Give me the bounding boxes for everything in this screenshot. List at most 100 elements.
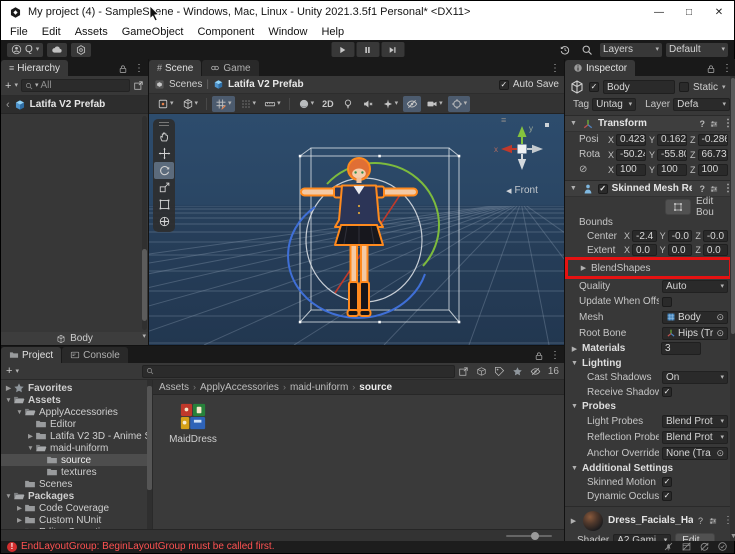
extent-z-field[interactable]: 0.0 bbox=[702, 244, 729, 256]
transform-header[interactable]: ▼ Transform ? ⋮ bbox=[565, 115, 735, 132]
create-asset-button[interactable]: + bbox=[6, 365, 12, 377]
position-z-field[interactable]: -0.286 bbox=[697, 133, 728, 146]
menu-help[interactable]: Help bbox=[314, 26, 351, 38]
fold-arrow-icon[interactable]: ▶ bbox=[15, 528, 24, 529]
extent-x-field[interactable]: 0.0 bbox=[632, 244, 657, 256]
tree-item-custom-nunit[interactable]: ▶ Custom NUnit bbox=[1, 514, 152, 526]
scene-effects-button[interactable]: ▾ bbox=[379, 96, 402, 112]
package-filter-icon[interactable] bbox=[476, 366, 487, 377]
search-button[interactable] bbox=[578, 42, 596, 57]
center-z-field[interactable]: -0.0 bbox=[702, 230, 729, 242]
project-search-input[interactable] bbox=[155, 365, 451, 377]
dynamic-occlusion-checkbox[interactable]: ✓ bbox=[662, 491, 672, 501]
panel-menu-icon[interactable]: ⋮ bbox=[722, 63, 732, 74]
prefab-header[interactable]: ‹ Latifa V2 Prefab bbox=[1, 96, 148, 114]
object-picker-icon[interactable]: ⊙ bbox=[716, 448, 724, 459]
menu-window[interactable]: Window bbox=[261, 26, 314, 38]
component-enabled-checkbox[interactable]: ✓ bbox=[597, 183, 608, 194]
constrain-proportions-icon[interactable]: ⊘ bbox=[579, 164, 605, 175]
help-icon[interactable]: ? bbox=[700, 119, 706, 129]
reflection-probes-dropdown[interactable]: Blend Prot ▾ bbox=[662, 430, 728, 444]
error-icon[interactable]: ! bbox=[7, 541, 17, 552]
axis-y-cone[interactable] bbox=[517, 126, 527, 137]
rotation-y-field[interactable]: -55.80 bbox=[657, 148, 687, 161]
breadcrumb-maid-uniform[interactable]: maid-uniform bbox=[290, 382, 348, 393]
fold-arrow-icon[interactable]: ▼ bbox=[4, 493, 13, 500]
asset-grid[interactable]: MaidDress bbox=[153, 395, 564, 529]
tree-item-source[interactable]: source bbox=[1, 454, 152, 466]
rotate-tool[interactable] bbox=[154, 162, 174, 179]
menu-gameobject[interactable]: GameObject bbox=[115, 26, 191, 38]
scale-x-field[interactable]: 100 bbox=[616, 163, 646, 176]
step-button[interactable] bbox=[381, 42, 404, 57]
update-when-offscreen-checkbox[interactable]: ✓ bbox=[662, 296, 672, 307]
breadcrumb-prefab[interactable]: Latifa V2 Prefab bbox=[228, 79, 304, 90]
rect-tool[interactable] bbox=[154, 196, 174, 213]
tree-item-favorites[interactable]: ▶ Favorites bbox=[1, 382, 152, 394]
account-button[interactable]: Q ▾ bbox=[7, 42, 44, 57]
axis-cone[interactable] bbox=[517, 159, 527, 170]
tree-item-maid-uniform[interactable]: ▼ maid-uniform bbox=[1, 442, 152, 454]
scroll-down-icon[interactable]: ▼ bbox=[730, 533, 735, 540]
undo-history-button[interactable] bbox=[556, 42, 574, 57]
quality-dropdown[interactable]: Auto ▾ bbox=[662, 280, 728, 293]
hand-tool[interactable] bbox=[154, 128, 174, 145]
back-icon[interactable]: ‹ bbox=[6, 99, 10, 111]
favorites-filter-icon[interactable] bbox=[512, 366, 523, 377]
gizmo-center-cube[interactable] bbox=[517, 144, 527, 154]
scene-lighting-button[interactable] bbox=[339, 96, 357, 112]
minimize-button[interactable]: — bbox=[644, 1, 674, 23]
close-button[interactable]: ✕ bbox=[704, 1, 734, 23]
tree-item-assets[interactable]: ▼ Assets bbox=[1, 394, 152, 406]
axis-cone[interactable] bbox=[532, 144, 543, 154]
tree-item-textures[interactable]: textures bbox=[1, 466, 152, 478]
project-search-field[interactable] bbox=[141, 364, 455, 378]
tree-scrollbar[interactable] bbox=[147, 380, 152, 529]
palette-handle[interactable] bbox=[159, 122, 169, 126]
thumbnail-size-slider[interactable] bbox=[506, 532, 552, 540]
auto-save-toggle[interactable]: ✓ Auto Save bbox=[498, 79, 559, 90]
rotation-x-field[interactable]: -50.24 bbox=[616, 148, 646, 161]
scene-viewport[interactable]: ≡ y x ◀ Front bbox=[149, 114, 564, 345]
slider-knob[interactable] bbox=[531, 532, 540, 540]
fold-icon[interactable]: ▶ bbox=[579, 264, 588, 272]
maximize-button[interactable]: □ bbox=[674, 1, 704, 23]
center-x-field[interactable]: -2.4 bbox=[632, 230, 657, 242]
scene-visibility-button[interactable] bbox=[403, 95, 422, 112]
progress-ok-icon[interactable] bbox=[717, 541, 728, 552]
2d-toggle-button[interactable]: 2D bbox=[319, 96, 337, 112]
shading-mode-button[interactable]: ▾ bbox=[295, 96, 318, 112]
play-button[interactable] bbox=[331, 42, 354, 57]
shader-edit-button[interactable]: Edit... bbox=[675, 533, 715, 541]
scale-tool[interactable] bbox=[154, 179, 174, 196]
fold-arrow-icon[interactable]: ▶ bbox=[15, 504, 24, 512]
presets-icon[interactable] bbox=[709, 184, 719, 194]
tree-item-applyaccessories[interactable]: ▼ ApplyAccessories bbox=[1, 406, 152, 418]
asset-item-maiddress[interactable]: MaidDress bbox=[163, 403, 223, 445]
menu-component[interactable]: Component bbox=[190, 26, 261, 38]
layers-dropdown[interactable]: Layers ▾ bbox=[600, 42, 662, 57]
tab-game[interactable]: Game bbox=[202, 60, 259, 76]
fold-arrow-icon[interactable]: ▶ bbox=[4, 384, 13, 392]
breadcrumb-source[interactable]: source bbox=[359, 382, 392, 393]
tree-item-editor[interactable]: Editor bbox=[1, 418, 152, 430]
extent-y-field[interactable]: 0.0 bbox=[667, 244, 693, 256]
fold-icon[interactable]: ▼ bbox=[570, 465, 579, 472]
notifications-muted-icon[interactable] bbox=[663, 541, 674, 552]
tree-item-latifa-v2-3d-anime-st[interactable]: ▶ Latifa V2 3D - Anime St bbox=[1, 430, 152, 442]
scene-audio-button[interactable] bbox=[359, 96, 377, 112]
create-button[interactable]: + bbox=[5, 80, 11, 92]
tree-item-packages[interactable]: ▼ Packages bbox=[1, 490, 152, 502]
root-bone-object-field[interactable]: Hips (Tr ⊙ bbox=[662, 326, 728, 340]
breadcrumb-scenes[interactable]: Scenes bbox=[169, 79, 202, 90]
transform-tool[interactable] bbox=[154, 213, 174, 230]
anchor-override-field[interactable]: None (Tra ⊙ bbox=[662, 446, 728, 460]
chevron-down-icon[interactable]: ▾ bbox=[15, 368, 19, 375]
scale-y-field[interactable]: 100 bbox=[657, 163, 687, 176]
menu-assets[interactable]: Assets bbox=[68, 26, 115, 38]
hierarchy-search-field[interactable]: ▾ All bbox=[20, 79, 130, 92]
fold-arrow-icon[interactable]: ▼ bbox=[15, 409, 24, 416]
scale-z-field[interactable]: 100 bbox=[697, 163, 728, 176]
lock-icon[interactable] bbox=[118, 64, 128, 74]
view-direction-label[interactable]: ◀ Front bbox=[493, 185, 551, 196]
